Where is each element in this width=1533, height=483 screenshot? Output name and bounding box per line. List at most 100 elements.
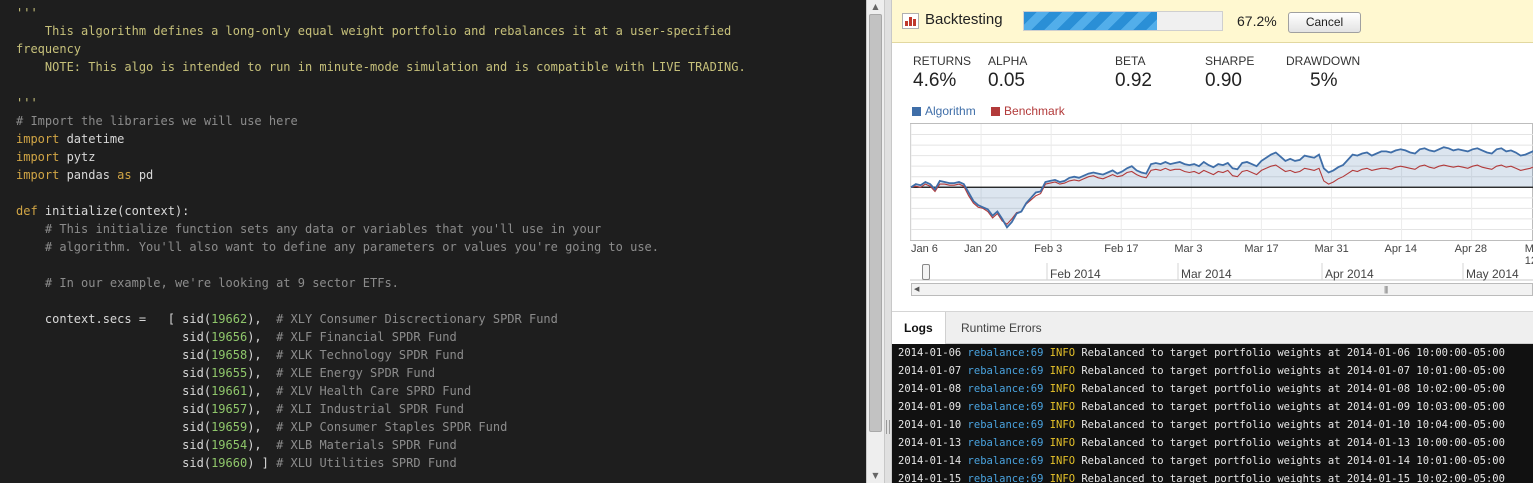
log-date: 2014-01-13 [898, 437, 962, 449]
code-line[interactable]: import pytz [16, 148, 864, 166]
code-editor[interactable]: ''' This algorithm defines a long-only e… [0, 0, 866, 483]
x-tick-label: Mar 17 [1244, 243, 1279, 255]
code-line[interactable]: sid(19654), # XLB Materials SPDR Fund [16, 436, 864, 454]
scroll-left-icon[interactable]: ◀ [914, 284, 919, 295]
cancel-button[interactable]: Cancel [1288, 12, 1361, 33]
code-line[interactable]: sid(19655), # XLE Energy SPDR Fund [16, 364, 864, 382]
code-line[interactable]: context.secs = [ sid(19662), # XLY Consu… [16, 310, 864, 328]
code-line[interactable]: ''' [16, 94, 864, 112]
code-token: sid( [16, 384, 212, 398]
legend-label: Algorithm [925, 104, 976, 118]
code-line[interactable]: # This initialize function sets any data… [16, 220, 864, 238]
code-token: sid( [16, 402, 212, 416]
log-source: rebalance:69 [967, 437, 1044, 449]
backtest-title: Backtesting [925, 11, 1003, 28]
code-token: 19657 [211, 402, 248, 416]
code-lines[interactable]: ''' This algorithm defines a long-only e… [0, 0, 866, 483]
code-line[interactable]: frequency [16, 40, 864, 58]
code-token: sid( [16, 456, 212, 470]
legend-algorithm[interactable]: Algorithm [912, 104, 976, 118]
legend-benchmark[interactable]: Benchmark [991, 104, 1065, 118]
legend-swatch [912, 107, 921, 116]
code-token: # XLU Utilities SPRD Fund [276, 456, 457, 470]
log-source: rebalance:69 [967, 419, 1044, 431]
log-source: rebalance:69 [967, 455, 1044, 467]
returns-chart[interactable] [910, 123, 1533, 241]
log-level: INFO [1049, 419, 1076, 431]
code-line[interactable]: import pandas as pd [16, 166, 864, 184]
log-level: INFO [1049, 383, 1076, 395]
log-entry: 2014-01-15 rebalance:69 INFO Rebalanced … [898, 470, 1533, 483]
chart-legend: Algorithm Benchmark [912, 104, 1077, 118]
code-token: 19661 [211, 384, 248, 398]
progress-fill [1024, 12, 1158, 30]
code-line[interactable]: sid(19656), # XLF Financial SPDR Fund [16, 328, 864, 346]
log-message: Rebalanced to target portfolio weights a… [1081, 383, 1505, 395]
editor-vertical-scrollbar[interactable]: ▲ ▼ [866, 0, 884, 483]
log-date: 2014-01-10 [898, 419, 962, 431]
code-line[interactable]: ''' [16, 4, 864, 22]
code-line[interactable]: sid(19660) ] # XLU Utilities SPRD Fund [16, 454, 864, 472]
navigator-handle[interactable] [922, 264, 930, 280]
code-line[interactable]: # In our example, we're looking at 9 sec… [16, 274, 864, 292]
scrollbar-thumb[interactable] [869, 14, 882, 432]
log-output[interactable]: 2014-01-06 rebalance:69 INFO Rebalanced … [892, 344, 1533, 483]
tab-runtime-errors[interactable]: Runtime Errors [949, 312, 1054, 345]
code-line[interactable]: def initialize(context): [16, 202, 864, 220]
code-token: # XLP Consumer Staples SPDR Fund [276, 420, 508, 434]
navigator-label: May 2014 [1466, 267, 1519, 281]
code-token: 19655 [211, 366, 248, 380]
code-line[interactable]: This algorithm defines a long-only equal… [16, 22, 864, 40]
code-line[interactable]: import datetime [16, 130, 864, 148]
code-line[interactable]: sid(19661), # XLV Health Care SPRD Fund [16, 382, 864, 400]
x-tick-label: Mar 31 [1314, 243, 1349, 255]
code-token: frequency [16, 42, 82, 56]
code-line[interactable] [16, 292, 864, 310]
x-tick-label: Feb 3 [1034, 243, 1063, 255]
code-line[interactable]: # Import the libraries we will use here [16, 112, 864, 130]
code-token: 19658 [211, 348, 248, 362]
code-line[interactable]: # algorithm. You'll also want to define … [16, 238, 864, 256]
code-token: def [16, 204, 38, 218]
code-line[interactable]: sid(19657), # XLI Industrial SPDR Fund [16, 400, 864, 418]
log-level: INFO [1049, 437, 1076, 449]
code-token: 19656 [211, 330, 248, 344]
x-tick-label: Apr 14 [1384, 243, 1417, 255]
pane-splitter[interactable] [884, 0, 892, 483]
code-line[interactable]: sid(19659), # XLP Consumer Staples SPDR … [16, 418, 864, 436]
code-line[interactable] [16, 256, 864, 274]
log-message: Rebalanced to target portfolio weights a… [1081, 473, 1505, 483]
metric-value: 0.05 [988, 70, 1025, 91]
code-token: # XLK Technology SPDR Fund [276, 348, 464, 362]
log-message: Rebalanced to target portfolio weights a… [1081, 455, 1505, 467]
code-token: ), [247, 438, 277, 452]
code-token: as [117, 168, 132, 182]
code-line[interactable] [16, 76, 864, 94]
x-tick-label: Jan 20 [964, 243, 998, 255]
log-level: INFO [1049, 365, 1076, 377]
log-entry: 2014-01-07 rebalance:69 INFO Rebalanced … [898, 362, 1533, 380]
x-tick-label: May 12 [1524, 243, 1533, 267]
metric-value: 0.92 [1115, 70, 1152, 91]
chart-horizontal-scrollbar[interactable]: ◀ ||| [911, 283, 1533, 296]
code-line[interactable] [16, 184, 864, 202]
code-token: 19659 [211, 420, 248, 434]
metric-beta: BETA 0.92 [1115, 54, 1152, 92]
code-line[interactable]: NOTE: This algo is intended to run in mi… [16, 58, 864, 76]
scrollbar-grip-icon[interactable]: ||| [1384, 284, 1388, 295]
log-level: INFO [1049, 401, 1076, 413]
code-token: 19660 [211, 456, 248, 470]
code-token: sid( [16, 366, 212, 380]
log-message: Rebalanced to target portfolio weights a… [1081, 401, 1505, 413]
legend-swatch [991, 107, 1001, 116]
code-line[interactable]: sid(19658), # XLK Technology SPDR Fund [16, 346, 864, 364]
metric-alpha: ALPHA 0.05 [988, 54, 1027, 92]
scroll-down-icon[interactable]: ▼ [867, 469, 884, 483]
tab-logs[interactable]: Logs [892, 312, 946, 346]
x-tick-label: Feb 17 [1104, 243, 1139, 255]
log-entry: 2014-01-13 rebalance:69 INFO Rebalanced … [898, 434, 1533, 452]
scroll-up-icon[interactable]: ▲ [867, 0, 884, 14]
log-date: 2014-01-06 [898, 347, 962, 359]
code-token: initialize(context): [37, 204, 190, 218]
splitter-grip-icon[interactable] [886, 420, 890, 434]
